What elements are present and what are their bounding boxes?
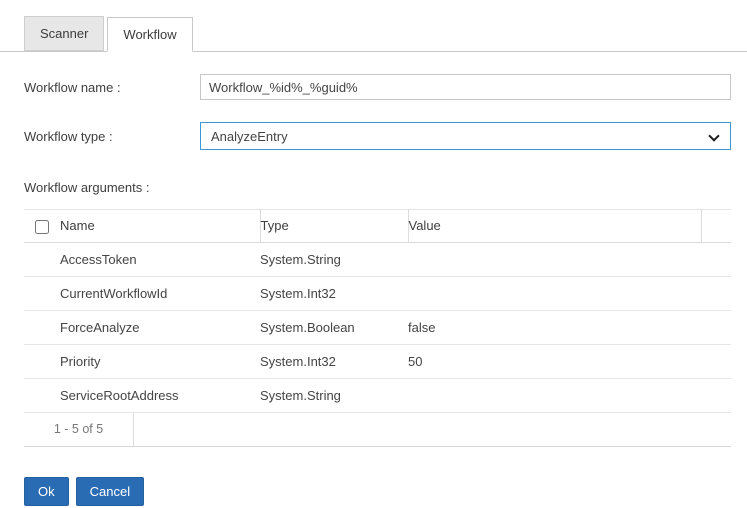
cell-value: 50: [408, 344, 701, 378]
row-checkbox-cell: [24, 242, 60, 276]
cancel-button[interactable]: Cancel: [76, 477, 144, 506]
table-header-row: Name Type Value: [24, 210, 731, 243]
cell-name: CurrentWorkflowId: [60, 276, 260, 310]
workflow-name-label: Workflow name :: [24, 80, 200, 95]
column-header-spacer: [701, 210, 731, 243]
table-row[interactable]: PrioritySystem.Int3250: [24, 344, 731, 378]
workflow-name-row: Workflow name :: [24, 74, 731, 100]
select-all-checkbox[interactable]: [35, 220, 49, 234]
cell-value: [408, 276, 701, 310]
arguments-table: Name Type Value AccessTokenSystem.String…: [24, 209, 731, 413]
workflow-type-select[interactable]: AnalyzeEntry: [200, 122, 731, 150]
cell-name: ServiceRootAddress: [60, 378, 260, 412]
cell-type: System.String: [260, 378, 408, 412]
cell-value: [408, 378, 701, 412]
cell-spacer: [701, 276, 731, 310]
workflow-type-selected-value: AnalyzeEntry: [211, 129, 288, 144]
workflow-name-input[interactable]: [200, 74, 731, 100]
table-row[interactable]: AccessTokenSystem.String: [24, 242, 731, 276]
tab-scanner[interactable]: Scanner: [24, 16, 104, 51]
cell-type: System.String: [260, 242, 408, 276]
ok-button[interactable]: Ok: [24, 477, 69, 506]
table-footer: 1 - 5 of 5: [24, 413, 731, 447]
action-button-row: Ok Cancel: [24, 477, 731, 506]
table-row[interactable]: ServiceRootAddressSystem.String: [24, 378, 731, 412]
arguments-table-body: AccessTokenSystem.StringCurrentWorkflowI…: [24, 242, 731, 412]
cell-spacer: [701, 378, 731, 412]
tab-bar: Scanner Workflow: [0, 0, 747, 52]
workflow-settings-page: Scanner Workflow Workflow name : Workflo…: [0, 0, 747, 506]
column-header-name[interactable]: Name: [60, 210, 260, 243]
cell-spacer: [701, 242, 731, 276]
table-row[interactable]: ForceAnalyzeSystem.Booleanfalse: [24, 310, 731, 344]
cell-type: System.Boolean: [260, 310, 408, 344]
row-checkbox-cell: [24, 310, 60, 344]
pagination-info: 1 - 5 of 5: [24, 413, 134, 446]
cell-spacer: [701, 310, 731, 344]
cell-type: System.Int32: [260, 344, 408, 378]
column-header-type[interactable]: Type: [260, 210, 408, 243]
table-row[interactable]: CurrentWorkflowIdSystem.Int32: [24, 276, 731, 310]
workflow-type-label: Workflow type :: [24, 129, 200, 144]
cell-value: [408, 242, 701, 276]
row-checkbox-cell: [24, 276, 60, 310]
cell-type: System.Int32: [260, 276, 408, 310]
tab-workflow[interactable]: Workflow: [107, 17, 192, 52]
chevron-down-icon: [708, 130, 719, 141]
row-checkbox-cell: [24, 344, 60, 378]
cell-name: AccessToken: [60, 242, 260, 276]
select-all-cell: [24, 210, 60, 243]
workflow-arguments-label: Workflow arguments :: [24, 180, 731, 195]
row-checkbox-cell: [24, 378, 60, 412]
workflow-tab-panel: Workflow name : Workflow type : AnalyzeE…: [0, 74, 747, 506]
cell-spacer: [701, 344, 731, 378]
cell-value: false: [408, 310, 701, 344]
cell-name: Priority: [60, 344, 260, 378]
cell-name: ForceAnalyze: [60, 310, 260, 344]
column-header-value[interactable]: Value: [408, 210, 701, 243]
workflow-type-row: Workflow type : AnalyzeEntry: [24, 122, 731, 150]
